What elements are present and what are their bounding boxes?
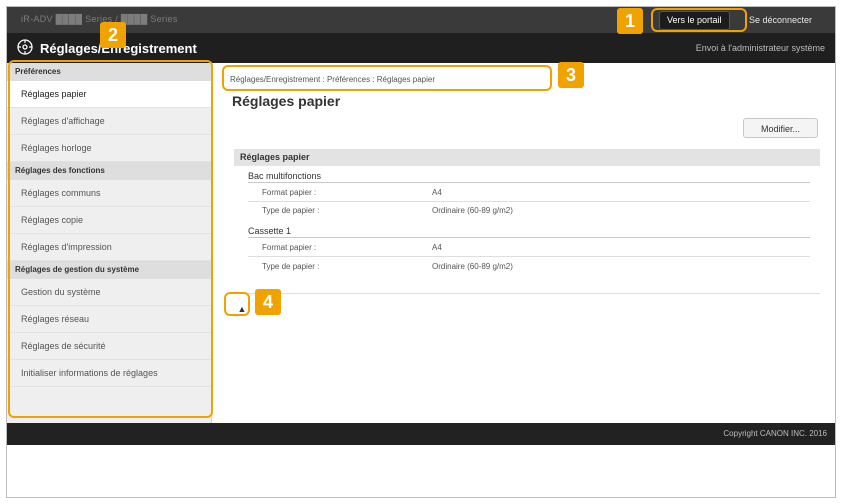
paper-size-label: Format papier :	[262, 243, 317, 252]
paper-size-value: A4	[432, 243, 442, 252]
settings-logo-icon	[17, 39, 33, 55]
title-bar: Réglages/Enregistrement Envoi à l'admini…	[7, 33, 835, 63]
main-content: Réglages/Enregistrement : Préférences : …	[222, 63, 832, 423]
callout-2-frame	[8, 60, 213, 418]
callout-badge-2: 2	[100, 22, 126, 48]
admin-mail-link[interactable]: Envoi à l'administrateur système	[696, 43, 825, 53]
paper-type-label: Type de papier :	[262, 262, 320, 271]
callout-badge-4: 4	[255, 289, 281, 315]
source-header-cassette-1: Cassette 1	[248, 226, 810, 238]
system-name: iR-ADV ████ Series / ████ Series	[21, 14, 178, 24]
paper-type-value: Ordinaire (60-89 g/m2)	[432, 206, 513, 215]
source-header-multipurpose-tray: Bac multifonctions	[248, 171, 810, 183]
section-divider	[234, 293, 820, 294]
copyright: Copyright CANON INC. 2016	[723, 429, 827, 438]
paper-size-value: A4	[432, 188, 442, 197]
row-divider	[248, 201, 810, 202]
page-title: Réglages papier	[232, 93, 341, 109]
callout-badge-3: 3	[558, 62, 584, 88]
paper-type-value: Ordinaire (60-89 g/m2)	[432, 262, 513, 271]
row-divider	[248, 256, 810, 257]
callout-4-frame	[224, 292, 250, 316]
paper-type-label: Type de papier :	[262, 206, 320, 215]
footer: Copyright CANON INC. 2016	[7, 423, 835, 445]
callout-badge-1: 1	[617, 8, 643, 34]
modify-button[interactable]: Modifier...	[743, 118, 818, 138]
callout-1-frame	[651, 8, 747, 32]
section-header: Réglages papier	[234, 149, 820, 166]
logout-link[interactable]: Se déconnecter	[749, 15, 812, 25]
callout-3-frame	[222, 65, 552, 91]
paper-size-label: Format papier :	[262, 188, 317, 197]
